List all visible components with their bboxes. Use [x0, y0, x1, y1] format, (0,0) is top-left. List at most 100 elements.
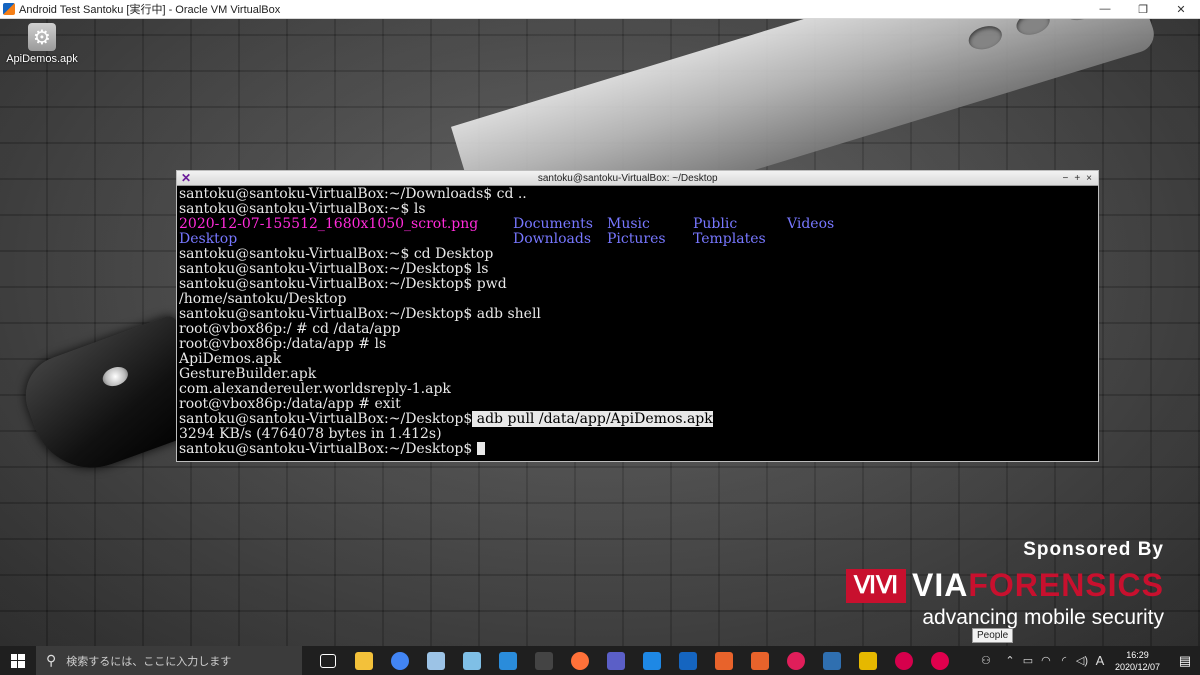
search-placeholder: 検索するには、ここに入力します — [66, 655, 232, 668]
restore-button[interactable]: ❐ — [1124, 0, 1162, 18]
terminal-titlebar[interactable]: ✕ santoku@santoku-VirtualBox: ~/Desktop … — [177, 171, 1098, 186]
flickr-red-icon — [895, 651, 913, 670]
clock-date: 2020/12/07 — [1114, 661, 1160, 672]
taskbar-app-app-yellow[interactable] — [850, 646, 886, 675]
terminal-close-button[interactable]: × — [1086, 173, 1092, 184]
brand-via: VIA — [911, 567, 969, 603]
gear-icon: ⚙ — [28, 23, 56, 51]
terminal-line: GestureBuilder.apk — [179, 366, 317, 382]
selected-command-text[interactable]: adb pull /data/app/ApiDemos.apk — [472, 411, 713, 427]
ls-entry-file: 2020-12-07-155512_1680x1050_scrot.png — [179, 216, 479, 232]
vscode-blue-icon — [643, 651, 661, 670]
terminal-line: santoku@santoku-VirtualBox:~$ cd Desktop — [179, 246, 494, 262]
taskbar-app-burp[interactable] — [706, 646, 742, 675]
taskbar-app-flickr-red[interactable] — [886, 646, 922, 675]
taskbar-app-teams[interactable] — [598, 646, 634, 675]
chevron-up-icon[interactable]: ⌃ — [1001, 654, 1019, 667]
desktop-icon-apidemos[interactable]: ⚙ ApiDemos.apk — [6, 23, 78, 65]
terminal-line: root@vbox86p:/data/app # ls — [179, 336, 387, 352]
terminal-line: santoku@santoku-VirtualBox:~/Downloads$ … — [179, 186, 527, 202]
terminal-line: root@vbox86p:/data/app # exit — [179, 396, 401, 412]
virtualbox-app-icon — [3, 3, 15, 15]
remote-desktop-icon — [499, 651, 517, 670]
volume-icon[interactable]: ◁) — [1073, 654, 1091, 667]
terminal-app-icon: ✕ — [181, 171, 192, 185]
people-icon[interactable]: ⚇ — [971, 654, 1001, 667]
burp-icon — [715, 651, 733, 670]
terminal-line-current: santoku@santoku-VirtualBox:~/Desktop$ — [179, 442, 1096, 457]
terminal-maximize-button[interactable]: + — [1074, 173, 1080, 184]
taskbar-app-edit-tool[interactable] — [670, 646, 706, 675]
terminal-output[interactable]: santoku@santoku-VirtualBox:~/Downloads$ … — [177, 186, 1098, 462]
terminal-cursor — [476, 442, 485, 455]
ls-entry-dir: Desktop — [179, 231, 238, 247]
taskbar-app-slack[interactable] — [778, 646, 814, 675]
desktop: ⚙ ApiDemos.apk ✕ santoku@santoku-Virtual… — [0, 19, 1200, 646]
taskbar-app-remote-desktop[interactable] — [490, 646, 526, 675]
slack-icon — [787, 651, 805, 670]
teams-icon — [607, 651, 625, 670]
app-yellow-icon — [859, 651, 877, 670]
taskbar-app-pen-tool[interactable] — [418, 646, 454, 675]
taskbar-clock[interactable]: 16:29 2020/12/07 — [1115, 649, 1160, 673]
wifi-icon[interactable]: ◜ — [1055, 654, 1073, 667]
terminal-icon — [535, 651, 553, 670]
sponsor-banner: Sponsored By ⅥⅥ VIA FORENSICS advancing m… — [845, 539, 1164, 630]
ls-entry-dir: Templates — [693, 231, 766, 247]
people-tooltip: People — [972, 628, 1014, 643]
minimize-button[interactable]: — — [1086, 0, 1124, 18]
terminal-line-ls: Desktop Downloads Pictures Templates — [179, 232, 1096, 247]
terminal-title: santoku@santoku-VirtualBox: ~/Desktop — [537, 172, 718, 184]
terminal-line: root@vbox86p:/ # cd /data/app — [179, 321, 401, 337]
taskbar-app-app-circles[interactable] — [922, 646, 958, 675]
terminal-line: 3294 KB/s (4764078 bytes in 1.412s) — [179, 426, 442, 442]
ls-entry-dir: Pictures — [607, 231, 666, 247]
system-tray: ⚇ ⌃ ▭ ◠ ◜ ◁) A 16:29 2020/12/07 ▤ — [971, 646, 1200, 675]
terminal-line-ls: 2020-12-07-155512_1680x1050_scrot.png Doc… — [179, 217, 1096, 232]
terminal-window[interactable]: ✕ santoku@santoku-VirtualBox: ~/Desktop … — [176, 170, 1099, 462]
taskbar-app-task-view[interactable] — [310, 646, 346, 675]
terminal-minimize-button[interactable]: − — [1062, 173, 1068, 184]
taskbar-app-burp2[interactable] — [742, 646, 778, 675]
start-button[interactable] — [0, 646, 36, 675]
ls-entry-dir: Music — [607, 216, 650, 232]
taskbar-app-chrome[interactable] — [382, 646, 418, 675]
taskbar-app-virtualbox[interactable] — [814, 646, 850, 675]
burp2-icon — [751, 651, 769, 670]
search-icon: ⚲ — [46, 652, 57, 668]
ls-entry-dir: Public — [693, 216, 738, 232]
host-window-title: Android Test Santoku [実行中] - Oracle VM V… — [19, 4, 281, 16]
ime-indicator[interactable]: A — [1091, 653, 1109, 668]
terminal-prompt: santoku@santoku-VirtualBox:~/Desktop$ — [179, 411, 473, 427]
viaforensics-logo-icon: ⅥⅥ — [845, 568, 906, 603]
taskbar-app-vscode-blue[interactable] — [634, 646, 670, 675]
terminal-line: santoku@santoku-VirtualBox:~/Desktop$ pw… — [179, 276, 507, 292]
taskbar-app-file-explorer[interactable] — [346, 646, 382, 675]
firefox-icon — [571, 651, 589, 670]
terminal-line: ApiDemos.apk — [179, 351, 282, 367]
host-window-titlebar: Android Test Santoku [実行中] - Oracle VM V… — [0, 0, 1200, 19]
taskbar-app-notes[interactable] — [454, 646, 490, 675]
taskbar-search-box[interactable]: ⚲ 検索するには、ここに入力します — [36, 646, 302, 675]
app-circles-icon — [931, 651, 949, 670]
virtualbox-icon — [823, 651, 841, 670]
terminal-line: santoku@santoku-VirtualBox:~/Desktop$ ls — [179, 261, 489, 277]
taskbar-app-firefox[interactable] — [562, 646, 598, 675]
terminal-line-highlighted: santoku@santoku-VirtualBox:~/Desktop$ ad… — [179, 411, 1096, 427]
viaforensics-logo: ⅥⅥ VIA FORENSICS — [845, 567, 1164, 604]
sponsor-tagline: advancing mobile security — [922, 606, 1164, 629]
edit-tool-icon — [679, 651, 697, 670]
file-explorer-icon — [355, 651, 373, 670]
battery-icon[interactable]: ▭ — [1019, 654, 1037, 667]
sponsor-heading: Sponsored By — [1023, 539, 1164, 560]
terminal-line: com.alexandereuler.worldsreply-1.apk — [179, 381, 451, 397]
network-icon[interactable]: ◠ — [1037, 654, 1055, 667]
desktop-icon-label: ApiDemos.apk — [6, 53, 78, 65]
close-button[interactable]: ✕ — [1162, 0, 1200, 18]
task-view-icon — [320, 653, 336, 668]
taskbar-app-terminal[interactable] — [526, 646, 562, 675]
notification-icon[interactable]: ▤ — [1170, 653, 1200, 669]
terminal-prompt: santoku@santoku-VirtualBox:~/Desktop$ — [179, 441, 477, 457]
pen-tool-icon — [427, 651, 445, 670]
taskbar: ⚲ 検索するには、ここに入力します ⚇ ⌃ ▭ ◠ ◜ ◁) A 16:29 2… — [0, 646, 1200, 675]
